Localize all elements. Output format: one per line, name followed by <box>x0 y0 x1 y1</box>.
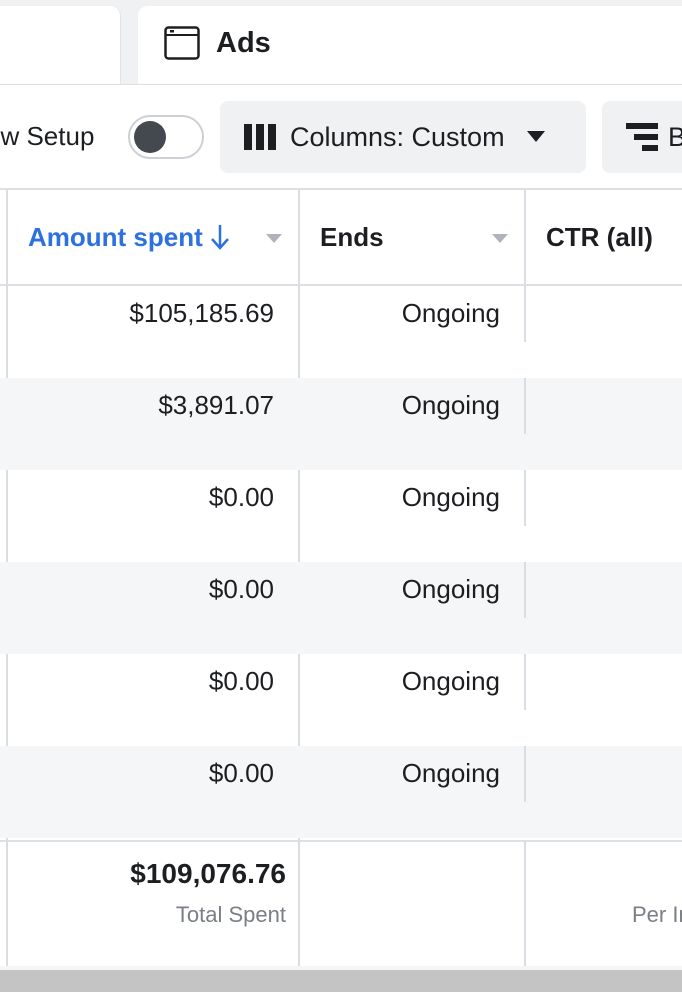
chevron-down-icon <box>526 131 545 142</box>
review-setup-toggle[interactable] <box>128 115 204 159</box>
toggle-knob <box>134 121 166 153</box>
table-row[interactable]: $0.00 Ongoing <box>0 470 682 562</box>
columns-icon <box>244 124 276 150</box>
header-amount-spent-label: Amount spent <box>28 221 203 252</box>
cell-amount-spent: $0.00 <box>208 758 274 788</box>
sort-down-arrow-icon <box>210 225 229 250</box>
table-row[interactable]: $0.00 Ongoing <box>0 562 682 654</box>
ads-manager-viewport: Ads ew Setup Columns: Custom B <box>0 0 682 992</box>
header-ctr[interactable]: CTR (all) <box>546 190 653 284</box>
table-row[interactable]: $3,891.07 Ongoing <box>0 378 682 470</box>
toolbar: ew Setup Columns: Custom B <box>0 84 682 188</box>
ads-table: Amount spent Ends CTR (all) $105,185.69 <box>0 188 682 966</box>
total-spent-value: $109,076.76 <box>130 858 286 889</box>
cell-ends: Ongoing <box>401 390 500 420</box>
header-ends-label: Ends <box>320 221 384 252</box>
tab-ads-label: Ads <box>216 26 271 59</box>
column-menu-chevron-icon[interactable] <box>266 234 282 244</box>
cell-amount-spent: $0.00 <box>208 482 274 512</box>
column-menu-chevron-icon[interactable] <box>492 234 508 244</box>
table-header-row: Amount spent Ends CTR (all) <box>0 190 682 286</box>
column-divider <box>6 842 8 966</box>
breakdown-dropdown-button[interactable]: B <box>602 101 682 173</box>
column-divider <box>298 842 300 966</box>
header-ctr-label: CTR (all) <box>546 221 653 252</box>
review-setup-label: ew Setup <box>0 121 95 151</box>
cell-ends: Ongoing <box>401 482 500 512</box>
cell-ends: Ongoing <box>401 574 500 604</box>
ctr-summary-label: Per In <box>632 902 682 927</box>
tab-ads[interactable]: Ads <box>138 6 682 86</box>
ad-window-icon <box>164 26 200 60</box>
cell-ends: Ongoing <box>401 298 500 328</box>
header-amount-spent[interactable]: Amount spent <box>28 190 231 284</box>
breakdown-label: B <box>668 121 682 152</box>
cell-amount-spent: $0.00 <box>208 666 274 696</box>
breakdown-icon <box>626 123 658 151</box>
horizontal-scrollbar[interactable] <box>0 970 682 992</box>
column-divider <box>524 562 526 618</box>
header-ends[interactable]: Ends <box>320 190 384 284</box>
table-row[interactable]: $105,185.69 Ongoing <box>0 286 682 378</box>
tab-bar: Ads <box>0 0 682 86</box>
column-divider <box>524 470 526 526</box>
columns-label: Columns: Custom <box>290 121 505 152</box>
column-divider <box>524 746 526 802</box>
cell-ends: Ongoing <box>401 666 500 696</box>
column-divider <box>524 286 526 342</box>
table-summary-row: $109,076.76 Total Spent Per In <box>0 840 682 966</box>
cell-amount-spent: $3,891.07 <box>158 390 274 420</box>
table-row[interactable]: $0.00 Ongoing <box>0 746 682 838</box>
cell-amount-spent: $0.00 <box>208 574 274 604</box>
columns-dropdown-button[interactable]: Columns: Custom <box>220 101 586 173</box>
table-row[interactable]: $0.00 Ongoing <box>0 654 682 746</box>
cell-amount-spent: $105,185.69 <box>129 298 274 328</box>
column-divider <box>524 842 526 966</box>
total-spent-label: Total Spent <box>175 902 286 927</box>
column-divider <box>524 654 526 710</box>
column-divider <box>524 378 526 434</box>
tab-ad-sets[interactable] <box>0 6 121 86</box>
cell-ends: Ongoing <box>401 758 500 788</box>
